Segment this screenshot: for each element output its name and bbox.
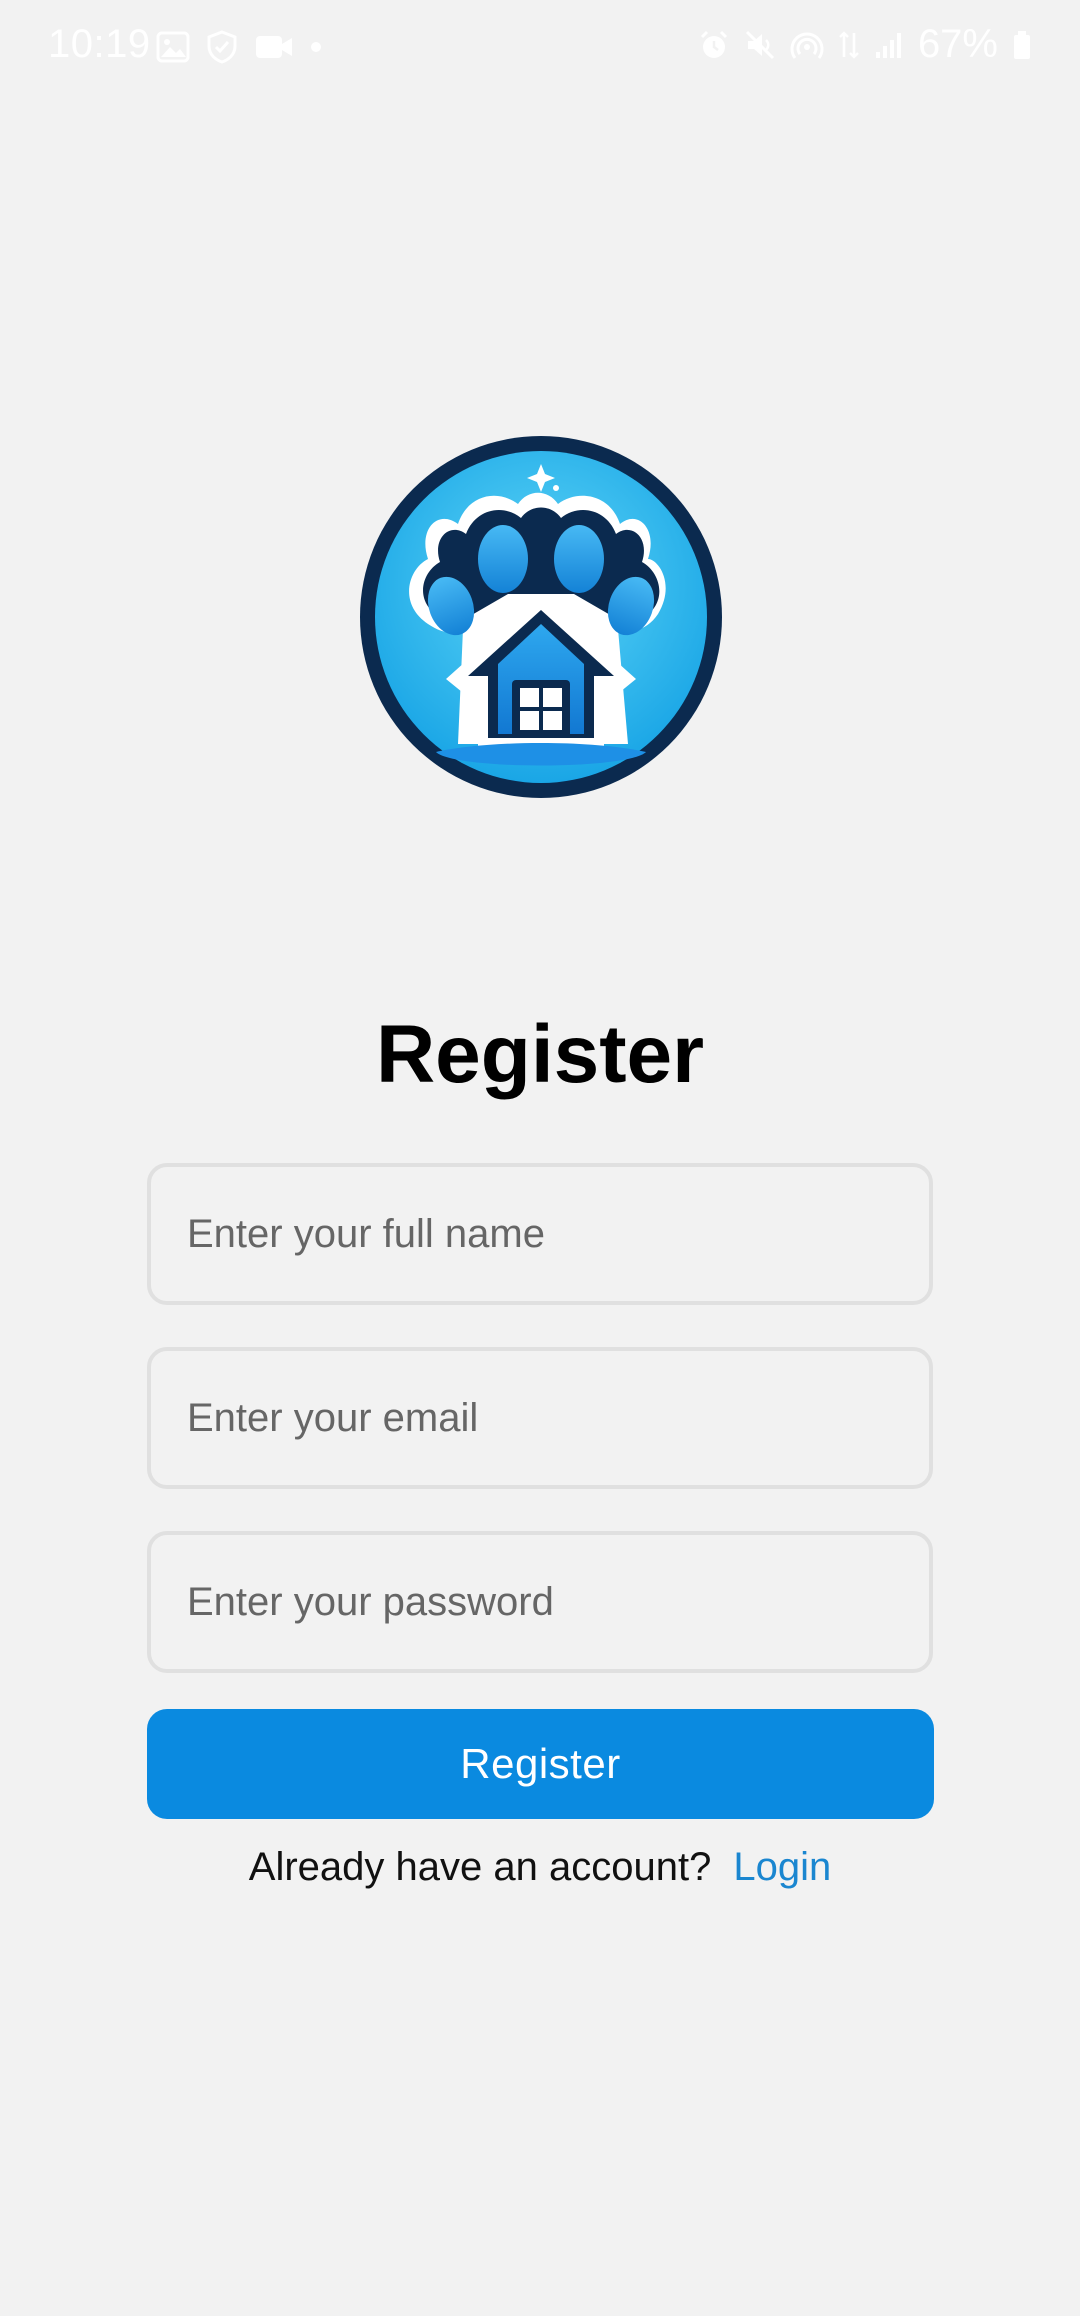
battery-icon [1012, 29, 1032, 61]
data-icon [838, 29, 860, 61]
email-input[interactable] [147, 1347, 933, 1489]
status-right-icons: 67% [698, 22, 1032, 67]
status-time: 10:19 [48, 22, 151, 66]
login-prompt: Already have an account? Login [0, 1845, 1080, 1890]
image-icon [156, 31, 190, 63]
password-input[interactable] [147, 1531, 933, 1673]
battery-percent: 67% [917, 22, 998, 66]
paw-house-logo [358, 434, 724, 800]
status-bar: 10:19 67% [0, 0, 1080, 92]
register-button[interactable]: Register [147, 1709, 934, 1819]
login-prompt-text: Already have an account? [248, 1845, 712, 1889]
register-screen: 10:19 67% Register Enter your full name … [0, 0, 1080, 2316]
video-icon [254, 32, 294, 62]
full-name-input[interactable] [147, 1163, 933, 1305]
alarm-icon [698, 29, 730, 61]
page-title: Register [375, 1009, 705, 1100]
login-link[interactable]: Login [733, 1845, 831, 1889]
hotspot-icon [790, 29, 824, 61]
status-left-icons [156, 30, 322, 64]
shield-icon [206, 30, 238, 64]
signal-icon [874, 30, 904, 60]
mute-icon [744, 29, 776, 61]
dot-icon [310, 41, 322, 53]
